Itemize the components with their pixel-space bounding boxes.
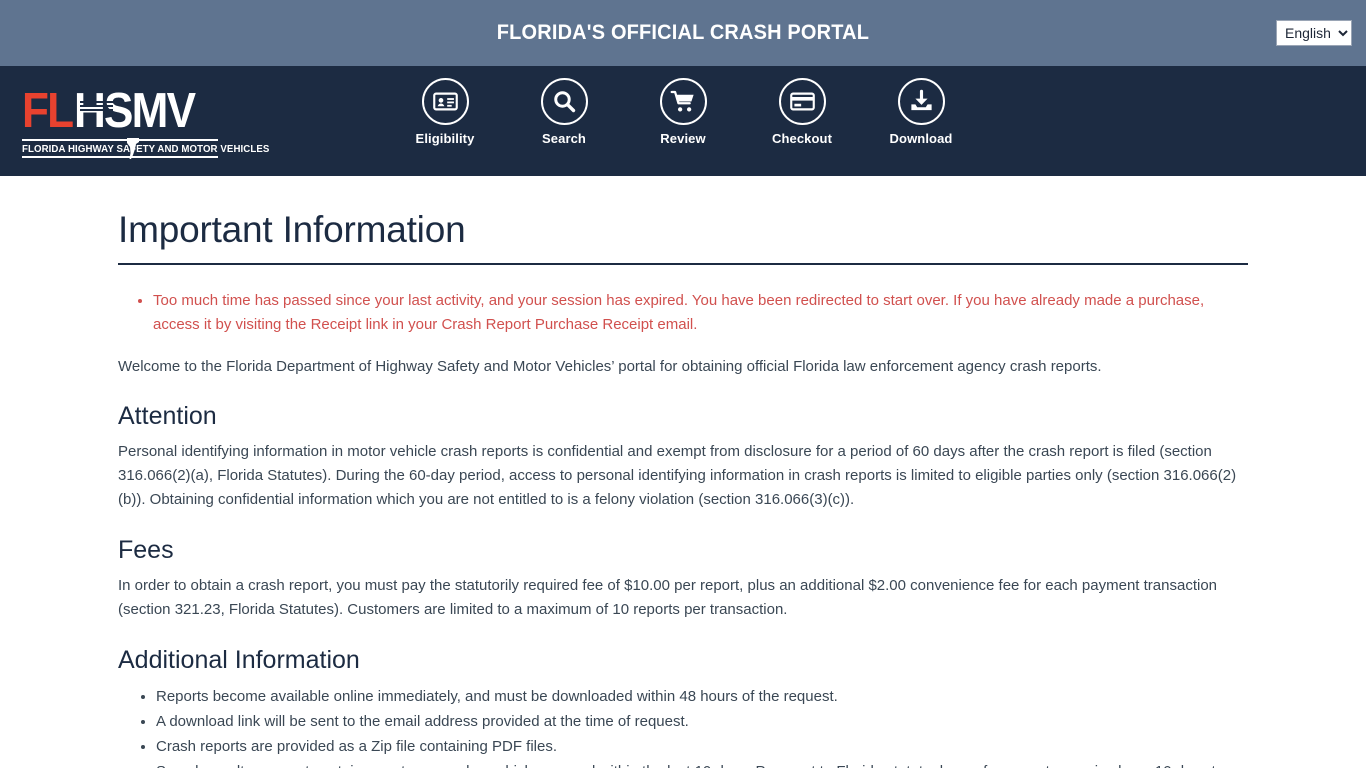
nav-step-checkout[interactable]: Checkout xyxy=(758,78,846,146)
additional-information-heading: Additional Information xyxy=(118,646,360,674)
shopping-cart-icon xyxy=(659,78,707,125)
portal-title: FLORIDA'S OFFICIAL CRASH PORTAL xyxy=(496,21,870,44)
page-title: Important Information xyxy=(118,209,466,250)
additional-information-list: Reports become available online immediat… xyxy=(118,685,1248,768)
nav-step-label: Checkout xyxy=(771,131,833,146)
attention-heading: Attention xyxy=(118,402,217,430)
list-item: Search results may not contain reports o… xyxy=(156,760,1246,768)
credit-card-icon xyxy=(778,78,826,125)
welcome-text: Welcome to the Florida Department of Hig… xyxy=(118,358,1102,375)
fees-heading: Fees xyxy=(118,536,174,564)
nav-step-review[interactable]: Review xyxy=(639,78,727,146)
nav-step-label: Search xyxy=(542,131,586,146)
language-select[interactable]: English xyxy=(1276,20,1352,46)
nav-step-eligibility[interactable]: Eligibility xyxy=(401,78,489,146)
nav-step-search[interactable]: Search xyxy=(520,78,608,146)
session-alert-list: Too much time has passed since your last… xyxy=(118,289,1248,337)
main-content: Important Information Too much time has … xyxy=(0,209,1366,768)
list-item: Reports become available online immediat… xyxy=(156,685,1246,709)
top-banner: FLORIDA'S OFFICIAL CRASH PORTAL English xyxy=(0,0,1366,66)
id-card-icon xyxy=(421,78,469,125)
nav-step-label: Download xyxy=(889,131,953,146)
fees-body: In order to obtain a crash report, you m… xyxy=(118,577,1217,618)
attention-body: Personal identifying information in moto… xyxy=(118,443,1237,508)
search-icon xyxy=(540,78,588,125)
nav-step-label: Eligibility xyxy=(415,131,475,146)
title-divider xyxy=(118,263,1248,265)
download-icon xyxy=(897,78,945,125)
progress-nav: Eligibility Search Review Checkout Downl… xyxy=(0,78,1366,146)
nav-step-label: Review xyxy=(660,131,706,146)
list-item: Crash reports are provided as a Zip file… xyxy=(156,735,1246,759)
list-item: A download link will be sent to the emai… xyxy=(156,710,1246,734)
alert-item: Too much time has passed since your last… xyxy=(153,289,1248,337)
site-header: FL HSMV FLORIDA HIGHWAY SAFETY AND MOTOR… xyxy=(0,66,1366,176)
nav-step-download[interactable]: Download xyxy=(877,78,965,146)
